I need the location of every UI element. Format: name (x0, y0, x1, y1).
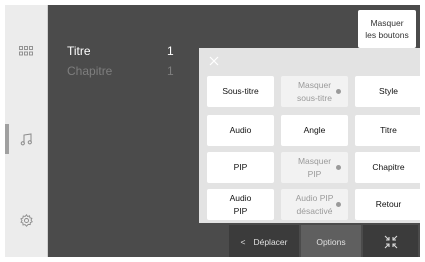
indicator-dot (336, 165, 341, 170)
options-panel: Sous-titre Masquer sous-titre Style Audi… (199, 48, 420, 223)
move-button[interactable]: < Déplacer (229, 225, 299, 257)
back-label: Retour (375, 199, 402, 209)
subtitle-button[interactable]: Sous-titre (207, 76, 274, 107)
indicator-dot (336, 89, 341, 94)
close-icon[interactable] (207, 54, 221, 68)
audio-pip-button[interactable]: Audio PIP (207, 189, 274, 220)
title-button-label: Titre (380, 125, 397, 135)
hide-subtitle-button[interactable]: Masquer sous-titre (281, 76, 348, 107)
move-label: Déplacer (253, 236, 288, 247)
hide-buttons-button[interactable]: Masquer les boutons (358, 10, 416, 48)
chapter-button[interactable]: Chapitre (355, 152, 420, 183)
collapse-icon[interactable] (363, 225, 418, 257)
hide-pip-label: Masquer PIP (297, 155, 332, 179)
angle-label: Angle (303, 125, 326, 135)
grid-icon[interactable] (5, 36, 47, 66)
title-row: Titre (67, 44, 91, 58)
hide-subtitle-label: Masquer sous-titre (297, 79, 332, 103)
hide-buttons-label: Masquer les boutons (365, 18, 409, 40)
settings-gear-icon[interactable] (5, 205, 47, 235)
title-label: Titre (67, 44, 91, 58)
chapter-row: Chapitre (67, 64, 112, 78)
sidebar (5, 5, 48, 257)
title-button[interactable]: Titre (355, 115, 420, 146)
angle-button[interactable]: Angle (281, 115, 348, 146)
subtitle-label: Sous-titre (222, 86, 259, 96)
hide-pip-button[interactable]: Masquer PIP (281, 152, 348, 183)
title-value: 1 (167, 44, 174, 58)
style-button[interactable]: Style (355, 76, 420, 107)
indicator-dot (336, 202, 341, 207)
screen: Masquer les boutons Titre 1 Chapitre 1 S… (5, 5, 420, 257)
audio-button[interactable]: Audio (207, 115, 274, 146)
options-button[interactable]: Options (301, 225, 361, 257)
audio-pip-off-label: Audio PIP désactivé (295, 192, 334, 216)
audio-pip-off-button[interactable]: Audio PIP désactivé (281, 189, 348, 220)
back-button[interactable]: Retour (355, 189, 420, 220)
music-note-icon[interactable] (5, 124, 47, 154)
chapter-value: 1 (167, 64, 174, 78)
audio-pip-label: Audio PIP (229, 192, 252, 216)
chevron-left-icon: < (240, 236, 246, 247)
audio-label: Audio (229, 125, 252, 135)
chapter-button-label: Chapitre (372, 162, 405, 172)
chapter-label: Chapitre (67, 64, 113, 78)
style-label: Style (379, 86, 398, 96)
options-label: Options (316, 236, 346, 247)
pip-label: PIP (233, 162, 248, 172)
pip-button[interactable]: PIP (207, 152, 274, 183)
